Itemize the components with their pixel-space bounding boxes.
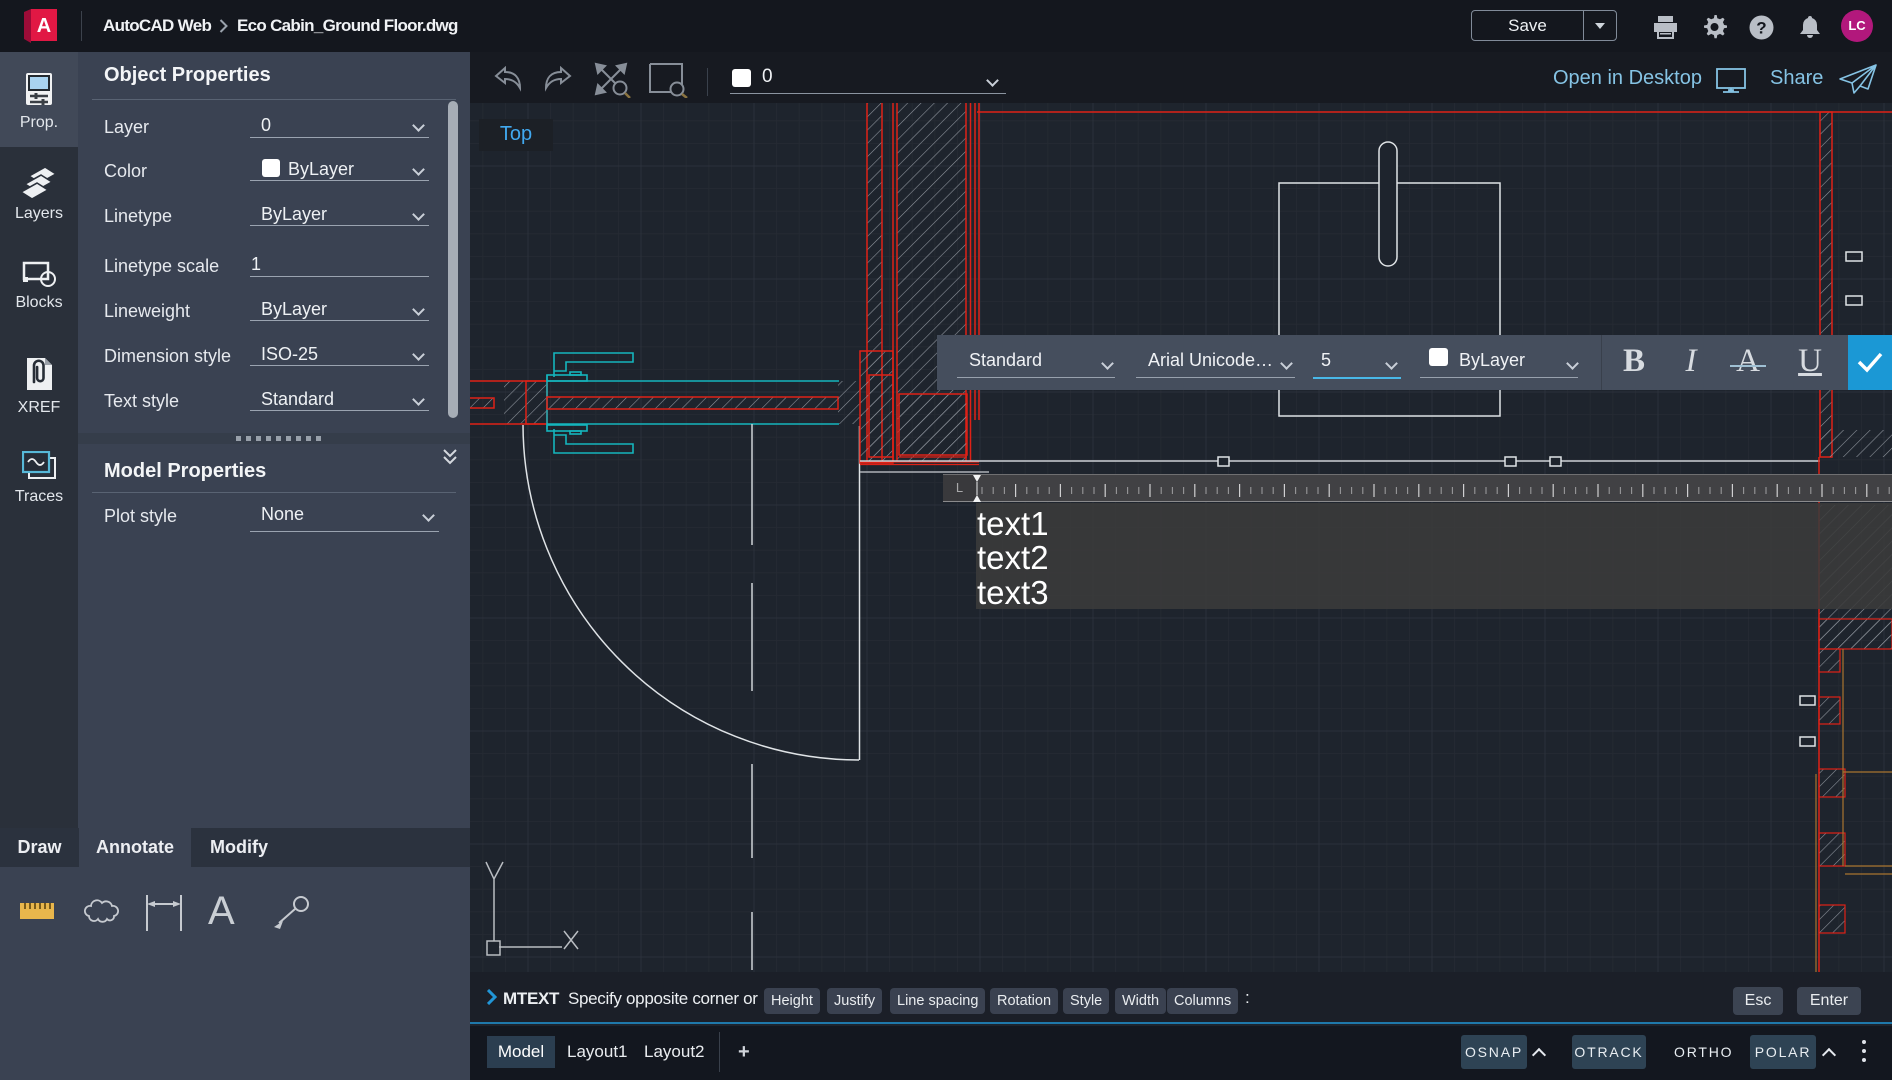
svg-text:?: ? xyxy=(1756,19,1766,38)
svg-text:A: A xyxy=(37,15,51,37)
